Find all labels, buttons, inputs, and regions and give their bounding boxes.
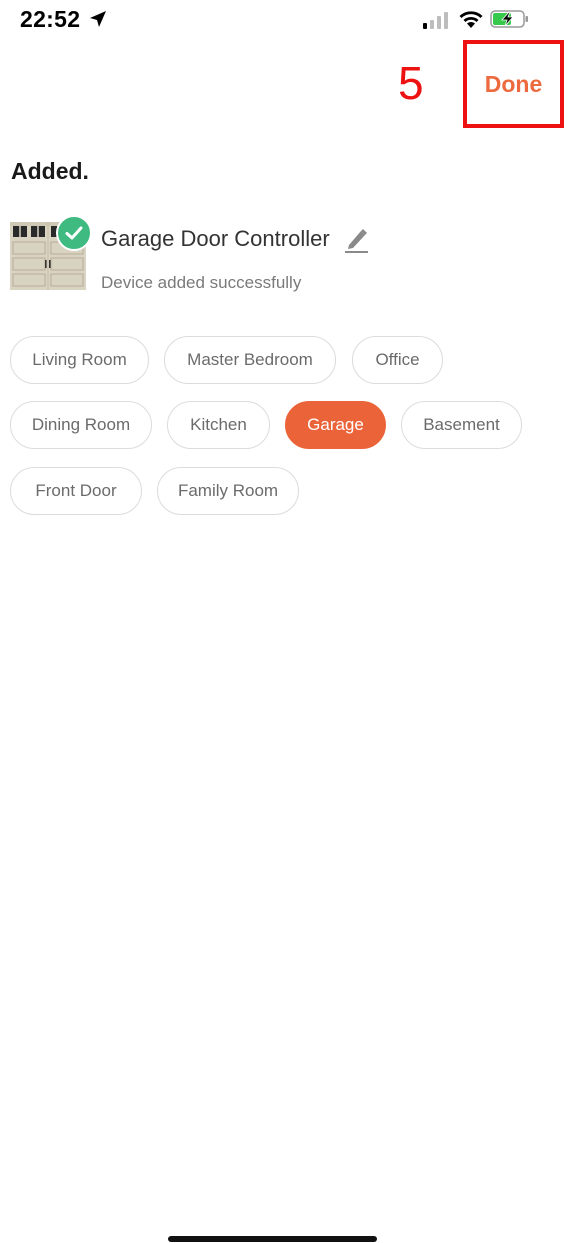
room-chip-family-room[interactable]: Family Room [157, 467, 299, 515]
location-arrow-icon [90, 11, 106, 27]
cellular-signal-icon [423, 12, 448, 29]
success-check-icon [56, 215, 92, 251]
room-chip-front-door[interactable]: Front Door [10, 467, 142, 515]
page-title: Added. [11, 158, 89, 184]
room-chip-living-room[interactable]: Living Room [10, 336, 149, 384]
room-chip-office[interactable]: Office [352, 336, 443, 384]
home-indicator[interactable] [168, 1236, 377, 1242]
battery-charging-icon [490, 10, 528, 28]
room-chip-basement[interactable]: Basement [401, 401, 522, 449]
done-button[interactable]: Done [463, 40, 564, 128]
room-chip-dining-room[interactable]: Dining Room [10, 401, 152, 449]
device-status: Device added successfully [101, 273, 302, 292]
edit-pencil-icon[interactable] [343, 226, 369, 254]
wifi-icon [459, 11, 483, 28]
room-chip-garage[interactable]: Garage [285, 401, 386, 449]
status-bar: 22:52 [0, 0, 576, 40]
room-chip-master-bedroom[interactable]: Master Bedroom [164, 336, 336, 384]
device-name: Garage Door Controller [101, 226, 330, 251]
status-time: 22:52 [20, 6, 81, 32]
room-chip-kitchen[interactable]: Kitchen [167, 401, 270, 449]
step-number-annotation: 5 [398, 57, 424, 109]
